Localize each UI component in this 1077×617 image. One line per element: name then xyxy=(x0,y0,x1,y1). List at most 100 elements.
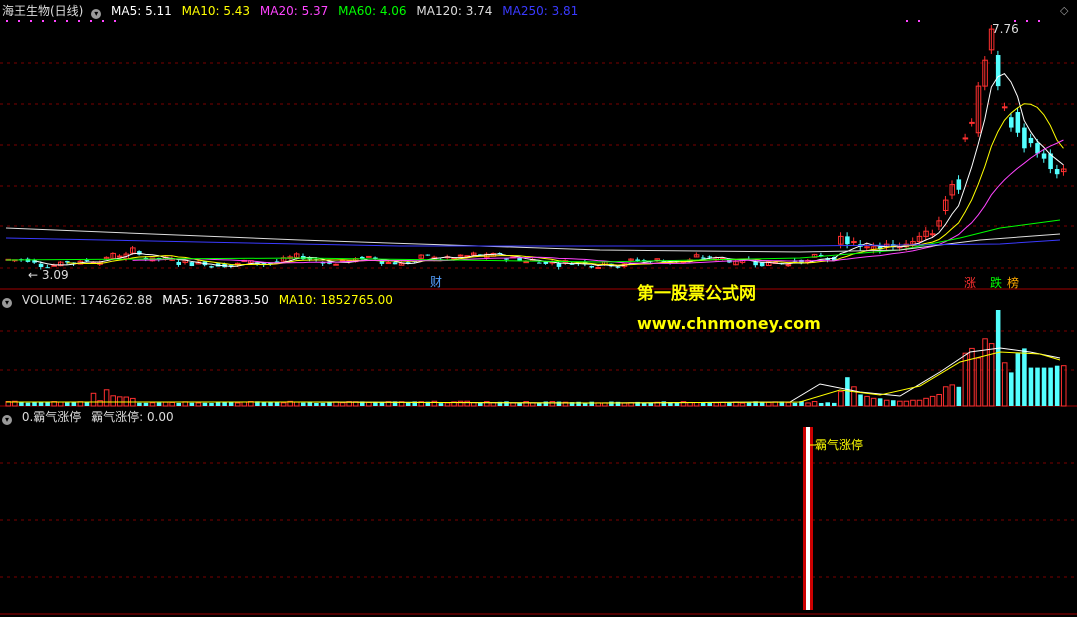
watermark-url: www.chnmoney.com xyxy=(637,314,821,333)
panel-menu-icon[interactable]: ▾ xyxy=(91,9,102,19)
event-cai-marker[interactable]: 财 xyxy=(430,276,442,289)
volume-bar xyxy=(707,402,712,406)
ma60-value: MA60: 4.06 xyxy=(338,4,407,18)
volume-ma5-value: MA5: 1672883.50 xyxy=(162,293,269,307)
volume-bar xyxy=(858,394,863,406)
volume-bar xyxy=(202,402,208,406)
volume-bar xyxy=(222,402,227,406)
volume-bar xyxy=(759,402,765,406)
top-marker-dot xyxy=(114,20,116,22)
volume-bar xyxy=(785,402,792,407)
volume-bar xyxy=(969,347,975,407)
candle-body xyxy=(84,260,90,262)
volume-bar xyxy=(280,402,287,407)
candle-body xyxy=(1041,153,1047,159)
volume-bar xyxy=(897,400,903,407)
volume-value: VOLUME: 1746262.88 xyxy=(21,293,153,307)
volume-bar xyxy=(1028,367,1034,406)
top-marker-dot xyxy=(102,20,104,22)
volume-ma10-value: MA10: 1852765.00 xyxy=(278,293,393,307)
candle-body xyxy=(556,263,562,267)
volume-bar xyxy=(537,402,542,406)
volume-bar xyxy=(314,402,319,406)
top-marker-dot xyxy=(78,20,80,22)
volume-bar xyxy=(1060,365,1067,407)
volume-bar xyxy=(556,401,562,406)
candle-body xyxy=(969,121,975,124)
volume-bar xyxy=(320,402,326,406)
stock-name[interactable]: 海王生物(日线) xyxy=(2,4,83,18)
event-die-marker[interactable]: 跌 xyxy=(990,277,1002,290)
volume-bar xyxy=(169,401,175,407)
candle-body xyxy=(504,258,509,260)
volume-bar xyxy=(90,392,97,407)
volume-bar xyxy=(851,386,857,407)
volume-bar xyxy=(739,402,746,407)
volume-bar xyxy=(57,401,64,407)
volume-bar xyxy=(916,399,923,407)
volume-bar xyxy=(661,401,667,406)
volume-bar xyxy=(549,401,556,407)
candle-body xyxy=(1028,137,1034,144)
volume-bar xyxy=(97,400,103,407)
indicator-menu-icon[interactable]: ▾ xyxy=(2,415,12,425)
volume-bar xyxy=(609,401,614,406)
stock-chart-canvas[interactable] xyxy=(0,0,1077,617)
volume-bar xyxy=(103,389,110,407)
ma20-value: MA20: 5.37 xyxy=(259,4,329,18)
volume-bar xyxy=(988,343,995,407)
volume-bar xyxy=(529,402,536,407)
volume-bar xyxy=(274,401,280,406)
candle-body xyxy=(65,261,70,263)
volume-bar xyxy=(805,402,811,407)
volume-bar xyxy=(864,395,870,407)
signal-label: 霸气涨停 xyxy=(815,438,864,452)
volume-bar xyxy=(478,403,483,406)
volume-bar xyxy=(825,402,830,406)
volume-menu-icon[interactable]: ▾ xyxy=(2,298,12,308)
volume-bar xyxy=(110,395,116,407)
ma120-line xyxy=(5,227,1061,253)
volume-bar xyxy=(156,402,162,406)
top-marker-dot xyxy=(906,20,908,22)
volume-bar xyxy=(366,401,372,407)
volume-bar xyxy=(641,402,647,406)
candle-body xyxy=(700,257,706,259)
volume-bar xyxy=(137,402,142,406)
candle-body xyxy=(929,233,936,236)
candle-body xyxy=(995,55,1001,87)
top-marker-dot xyxy=(90,20,92,22)
volume-bar xyxy=(1048,367,1053,406)
volume-bar xyxy=(936,393,942,407)
volume-bar xyxy=(241,401,248,407)
volume-bar xyxy=(727,402,732,406)
volume-bar xyxy=(162,401,169,407)
candle-body xyxy=(1015,112,1021,133)
event-bang-marker[interactable]: 榜 xyxy=(1007,277,1019,290)
ma10-value: MA10: 5.43 xyxy=(181,4,251,18)
volume-bar xyxy=(189,402,195,406)
candle-body xyxy=(1022,127,1027,149)
event-zhang-marker[interactable]: 涨 xyxy=(964,277,976,290)
high-price-label: 7.76 xyxy=(992,22,1019,36)
volume-bar xyxy=(1009,372,1014,406)
indicator-panel-header: ▾ 0.霸气涨停 霸气涨停: 0.00 xyxy=(2,410,180,425)
top-marker-dot xyxy=(66,20,68,22)
volume-bar xyxy=(923,397,929,407)
volume-bar xyxy=(25,402,31,406)
candle-body xyxy=(864,246,870,249)
volume-bar xyxy=(457,400,464,407)
volume-bar xyxy=(903,400,910,407)
top-marker-dot xyxy=(18,20,20,22)
candle-body xyxy=(366,255,372,258)
volume-bar xyxy=(621,402,628,407)
volume-bar xyxy=(832,402,837,406)
volume-bar xyxy=(543,401,549,406)
candle-body xyxy=(517,257,522,261)
volume-panel-header: ▾ VOLUME: 1746262.88 MA5: 1672883.50 MA1… xyxy=(2,293,399,308)
panel-collapse-icon[interactable]: ◇ xyxy=(1060,4,1068,18)
top-marker-dot xyxy=(6,20,8,22)
watermark-title: 第一股票公式网 xyxy=(637,284,756,304)
volume-bar xyxy=(470,402,477,407)
volume-bar xyxy=(700,402,706,406)
